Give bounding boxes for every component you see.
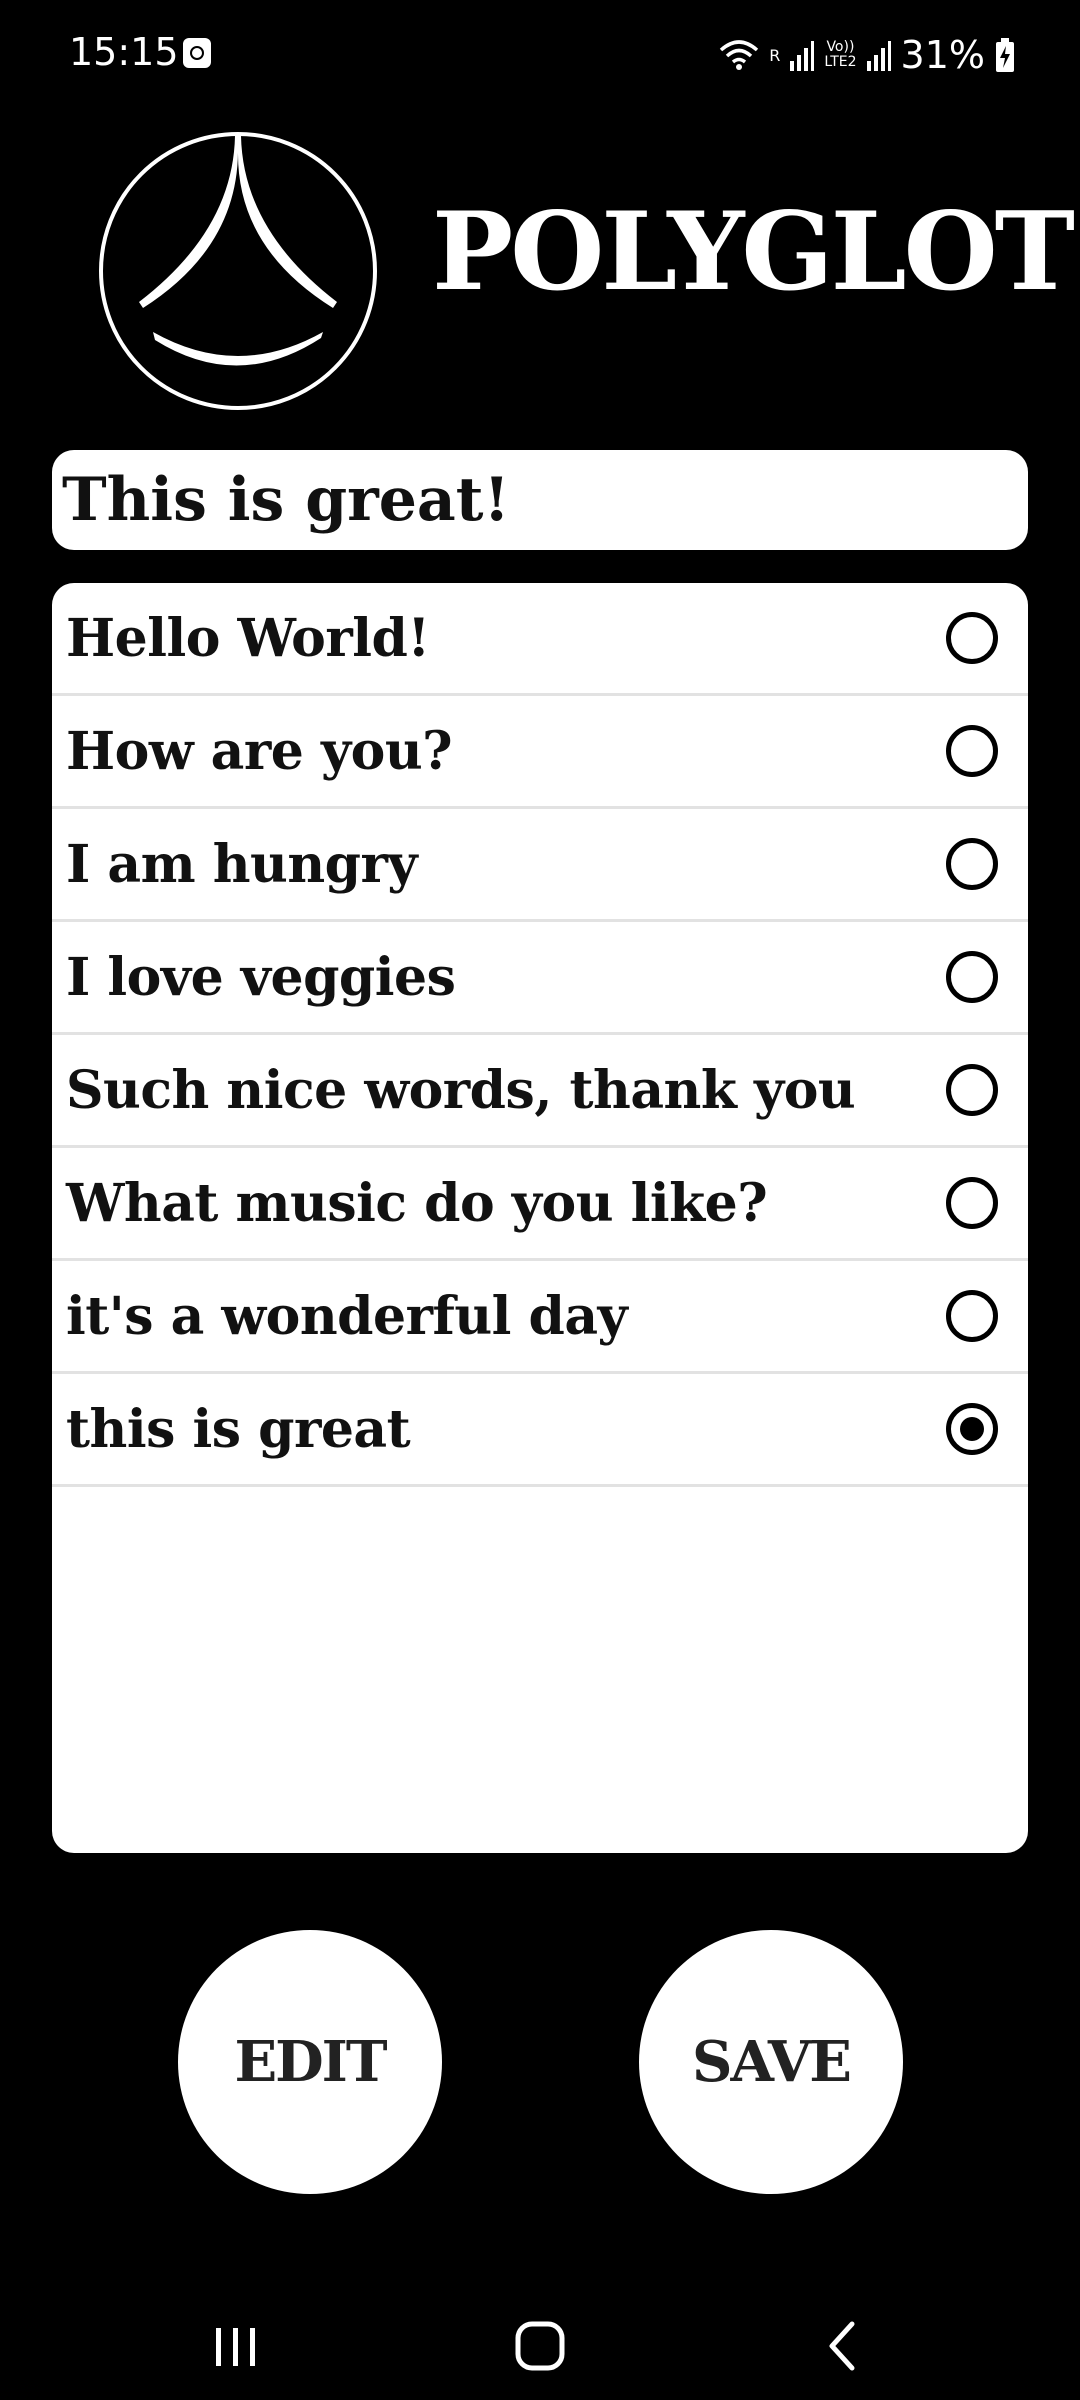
signal-icon: [866, 41, 891, 71]
recents-icon[interactable]: [196, 2310, 276, 2380]
battery-percent: 31%: [900, 33, 985, 77]
list-item-label: What music do you like?: [66, 1172, 768, 1234]
home-icon[interactable]: [500, 2310, 580, 2380]
back-icon[interactable]: [802, 2310, 882, 2380]
radio-button[interactable]: [946, 1177, 998, 1229]
edit-button[interactable]: EDIT: [178, 1930, 442, 2194]
battery-charging-icon: [996, 38, 1014, 72]
list-item-label: I love veggies: [66, 946, 456, 1008]
list-item[interactable]: Such nice words, thank you: [52, 1035, 1028, 1148]
list-item-label: Hello World!: [66, 607, 430, 669]
phrase-input-container: [52, 450, 1028, 550]
phrase-input[interactable]: [62, 465, 1018, 535]
list-item[interactable]: this is great: [52, 1374, 1028, 1487]
roaming-label: R: [769, 45, 781, 65]
polyglot-logo-icon: [99, 132, 377, 410]
status-indicators: R Vo)) LTE2 31%: [719, 30, 1015, 80]
clock-app-icon: [183, 38, 211, 68]
list-item[interactable]: I love veggies: [52, 922, 1028, 1035]
radio-button[interactable]: [946, 951, 998, 1003]
list-item[interactable]: I am hungry: [52, 809, 1028, 922]
radio-button[interactable]: [946, 612, 998, 664]
lte-indicator: Vo)) LTE2: [824, 40, 856, 70]
list-item[interactable]: it's a wonderful day: [52, 1261, 1028, 1374]
list-item-label: How are you?: [66, 720, 453, 782]
phrase-list: Hello World! How are you? I am hungry I …: [52, 583, 1028, 1853]
lte-label: LTE2: [824, 54, 857, 70]
status-bar: 15:15 R Vo)) LTE2 31%: [0, 0, 1080, 110]
list-item[interactable]: Hello World!: [52, 583, 1028, 696]
radio-button[interactable]: [946, 1290, 998, 1342]
status-time: 15:15: [69, 30, 179, 74]
list-item-label: I am hungry: [66, 833, 418, 895]
signal-icon: [790, 41, 815, 71]
volte-label: Vo)): [826, 39, 855, 55]
radio-button[interactable]: [946, 725, 998, 777]
app-title: POLYGLOT: [432, 189, 1075, 315]
list-item[interactable]: What music do you like?: [52, 1148, 1028, 1261]
wifi-icon: [720, 40, 759, 70]
list-item-label: it's a wonderful day: [66, 1285, 628, 1347]
list-item[interactable]: How are you?: [52, 696, 1028, 809]
radio-button[interactable]: [946, 1403, 998, 1455]
save-button[interactable]: SAVE: [639, 1930, 903, 2194]
radio-button[interactable]: [946, 1064, 998, 1116]
radio-button[interactable]: [946, 838, 998, 890]
list-item-label: Such nice words, thank you: [66, 1059, 856, 1121]
navigation-bar: [0, 2290, 1080, 2400]
list-item-label: this is great: [66, 1398, 411, 1460]
